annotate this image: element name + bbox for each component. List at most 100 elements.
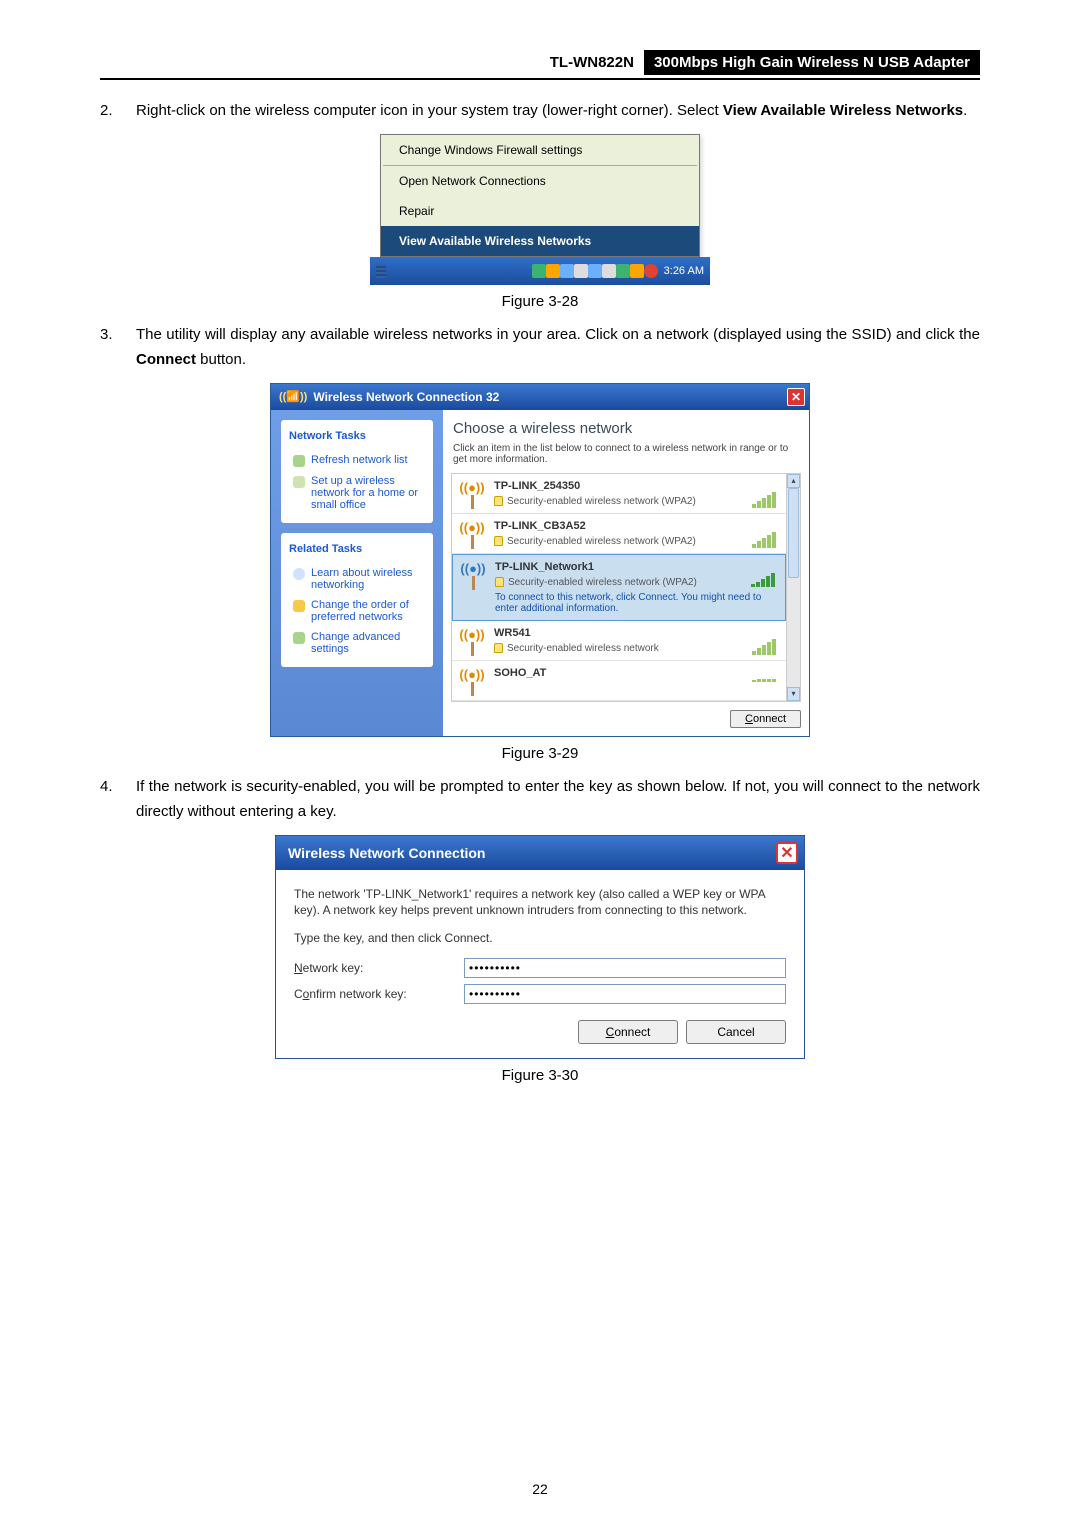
link-label: Change the order of preferred networks (311, 599, 423, 623)
lock-icon (494, 536, 503, 546)
network-ssid: SOHO_AT (494, 667, 780, 679)
related-tasks-heading: Related Tasks (287, 539, 427, 559)
network-list: ((●)) TP-LINK_254350 Security-enabled wire… (451, 473, 801, 702)
setup-icon (293, 476, 305, 488)
step-text: The utility will display any available w… (136, 322, 980, 373)
signal-bars-icon (752, 679, 776, 682)
network-ssid: TP-LINK_254350 (494, 480, 780, 492)
step-text-part: button. (196, 351, 246, 368)
tray-menu-item-repair[interactable]: Repair (381, 196, 699, 226)
scroll-thumb[interactable] (788, 488, 799, 578)
dialog-title: Wireless Network Connection (288, 845, 485, 861)
setup-wireless-link[interactable]: Set up a wireless network for a home or … (287, 471, 427, 515)
info-icon (293, 568, 305, 580)
product-model: TL-WN822N (540, 50, 644, 75)
scroll-up-icon[interactable]: ▴ (787, 474, 800, 488)
step-4: 4. If the network is security-enabled, y… (100, 774, 980, 825)
wireless-icon: ((📶)) (279, 390, 307, 403)
step-text-bold: View Available Wireless Networks (723, 102, 963, 119)
wireless-icon: ((●)) (459, 561, 487, 590)
network-item[interactable]: ((●))WR541Security-enabled wireless netw… (452, 621, 786, 661)
tray-icon[interactable] (560, 264, 574, 278)
key-dialog-instruction: Type the key, and then click Connect. (294, 930, 786, 946)
lock-icon (494, 496, 503, 506)
figure-caption-29: Figure 3-29 (100, 745, 980, 762)
wireless-icon: ((●)) (458, 667, 486, 696)
close-icon[interactable]: ✕ (776, 842, 798, 864)
signal-bars-icon (752, 532, 776, 548)
network-item[interactable]: ((●)) TP-LINK_254350 Security-enabled wire… (452, 474, 786, 514)
step-text-part: . (963, 102, 967, 119)
gear-icon (293, 632, 305, 644)
network-key-input[interactable] (464, 958, 786, 978)
close-icon[interactable]: ✕ (787, 388, 805, 406)
main-hint: Click an item in the list below to conne… (443, 443, 809, 473)
link-label: Learn about wireless networking (311, 567, 423, 591)
key-dialog-description: The network 'TP-LINK_Network1' requires … (294, 886, 786, 918)
connect-button[interactable]: Connect (578, 1020, 678, 1044)
network-ssid: WR541 (494, 627, 780, 639)
figure-caption-28: Figure 3-28 (100, 293, 980, 310)
tray-icon[interactable] (532, 264, 546, 278)
tray-menu-item-open-connections[interactable]: Open Network Connections (381, 166, 699, 196)
refresh-icon (293, 455, 305, 467)
page-number: 22 (0, 1481, 1080, 1497)
tray-icon[interactable] (588, 264, 602, 278)
tray-icon[interactable] (546, 264, 560, 278)
step-text: If the network is security-enabled, you … (136, 774, 980, 825)
scroll-down-icon[interactable]: ▾ (787, 687, 800, 701)
confirm-key-label: Confirm network key: (294, 987, 464, 1001)
lock-icon (495, 577, 504, 587)
network-connect-msg: To connect to this network, click Connec… (495, 592, 779, 614)
tray-menu-item-firewall[interactable]: Change Windows Firewall settings (381, 135, 699, 165)
tray-menu-item-view-networks[interactable]: View Available Wireless Networks (381, 226, 699, 256)
wireless-icon: ((●)) (458, 520, 486, 549)
cancel-button[interactable]: Cancel (686, 1020, 786, 1044)
lock-icon (494, 643, 503, 653)
refresh-network-list-link[interactable]: Refresh network list (287, 450, 427, 471)
tray-icon[interactable] (602, 264, 616, 278)
product-description: 300Mbps High Gain Wireless N USB Adapter (644, 50, 980, 75)
connect-button[interactable]: Connect (730, 710, 801, 728)
network-ssid: TP-LINK_Network1 (495, 561, 779, 573)
signal-bars-icon (752, 639, 776, 655)
dialog-titlebar: ((📶)) Wireless Network Connection 32 ✕ (271, 384, 809, 410)
wireless-network-dialog: ((📶)) Wireless Network Connection 32 ✕ N… (270, 383, 810, 737)
step-number: 2. (100, 98, 136, 124)
network-key-label: Network key: (294, 961, 464, 975)
step-number: 3. (100, 322, 136, 373)
wireless-icon: ((●)) (458, 480, 486, 509)
step-text-bold: Connect (136, 351, 196, 368)
related-tasks-panel: Related Tasks Learn about wireless netwo… (281, 533, 433, 667)
dialog-title: Wireless Network Connection 32 (313, 390, 499, 404)
tray-clock: 3:26 AM (664, 265, 704, 277)
link-label: Refresh network list (311, 454, 408, 466)
dialog-main: Choose a wireless network Click an item … (443, 410, 809, 736)
step-number: 4. (100, 774, 136, 825)
signal-bars-icon (752, 492, 776, 508)
tray-icon[interactable] (616, 264, 630, 278)
learn-wireless-link[interactable]: Learn about wireless networking (287, 563, 427, 595)
scrollbar[interactable]: ▴ ▾ (786, 474, 800, 701)
connect-button-rest: onnect (753, 713, 786, 725)
step-2: 2. Right-click on the wireless computer … (100, 98, 980, 124)
step-text-part: Right-click on the wireless computer ico… (136, 102, 723, 119)
tray-icon[interactable] (630, 264, 644, 278)
document-header: TL-WN822N 300Mbps High Gain Wireless N U… (100, 50, 980, 80)
advanced-settings-link[interactable]: Change advanced settings (287, 627, 427, 659)
step-text-part: The utility will display any available w… (136, 326, 980, 343)
wireless-icon: ((●)) (458, 627, 486, 656)
tray-icon[interactable] (644, 264, 658, 278)
network-tasks-panel: Network Tasks Refresh network list Set u… (281, 420, 433, 523)
network-item[interactable]: ((●)) TP-LINK_Network1 Security-enabled wi… (452, 554, 786, 621)
change-order-link[interactable]: Change the order of preferred networks (287, 595, 427, 627)
tray-icon[interactable] (574, 264, 588, 278)
network-item[interactable]: ((●)) SOHO_AT (452, 661, 786, 701)
network-desc: Security-enabled wireless network (WPA2) (495, 577, 779, 588)
network-desc: Security-enabled wireless network (WPA2) (494, 496, 780, 507)
confirm-key-input[interactable] (464, 984, 786, 1004)
network-item[interactable]: ((●))TP-LINK_CB3A52Security-enabled wire… (452, 514, 786, 554)
taskbar: 3:26 AM (370, 257, 710, 285)
star-icon (293, 600, 305, 612)
step-text: Right-click on the wireless computer ico… (136, 98, 980, 124)
